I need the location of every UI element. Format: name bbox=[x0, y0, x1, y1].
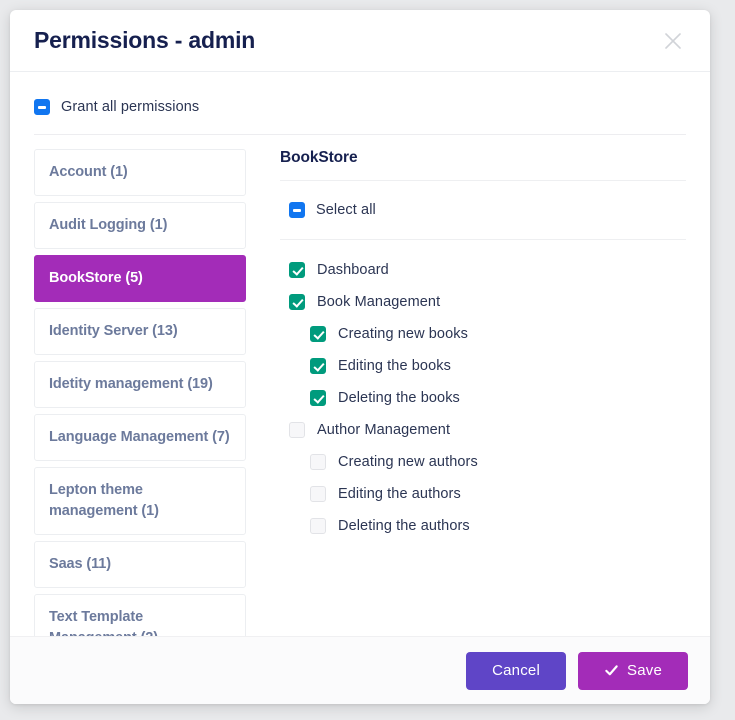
group-item-count: (1) bbox=[141, 503, 159, 520]
group-item-count: (5) bbox=[125, 270, 143, 287]
permission-group-list: Account (1) Audit Logging (1) BookStore … bbox=[34, 149, 246, 636]
group-item-label: Account bbox=[49, 164, 111, 180]
permission-label: Deleting the books bbox=[338, 390, 460, 406]
permissions-columns: Account (1) Audit Logging (1) BookStore … bbox=[34, 135, 686, 636]
permission-detail-panel: BookStore Select all Dashboard Book Mana… bbox=[246, 149, 686, 636]
modal-body: Grant all permissions Account (1) Audit … bbox=[10, 72, 710, 636]
group-item-idetity-management[interactable]: Idetity management (19) bbox=[34, 361, 246, 409]
permission-label: Creating new books bbox=[338, 326, 468, 342]
permission-label: Author Management bbox=[317, 422, 451, 438]
save-button[interactable]: Save bbox=[578, 651, 688, 690]
permission-item-editing-the-authors[interactable]: Editing the authors bbox=[310, 478, 686, 510]
group-item-label: Idetity management bbox=[49, 376, 188, 393]
group-item-saas[interactable]: Saas (11) bbox=[34, 541, 246, 589]
select-all-checkbox-box[interactable] bbox=[289, 202, 305, 218]
permission-item-deleting-the-authors[interactable]: Deleting the authors bbox=[310, 510, 686, 542]
cancel-button[interactable]: Cancel bbox=[466, 651, 566, 690]
permission-item-creating-new-authors[interactable]: Creating new authors bbox=[310, 446, 686, 478]
permission-checkbox[interactable] bbox=[289, 422, 305, 438]
group-item-label: Audit Logging bbox=[49, 217, 150, 234]
permission-label: Creating new authors bbox=[338, 454, 478, 470]
permission-checkbox[interactable] bbox=[310, 518, 326, 534]
group-item-count: (11) bbox=[86, 556, 111, 573]
grant-all-checkbox-box[interactable] bbox=[34, 99, 50, 115]
group-item-language-management[interactable]: Language Management (7) bbox=[34, 414, 246, 462]
group-item-count: (19) bbox=[187, 376, 213, 393]
group-item-label: Text Template Management bbox=[49, 609, 144, 636]
group-item-account[interactable]: Account (1) bbox=[34, 149, 246, 197]
group-item-text-template-management[interactable]: Text Template Management (2) bbox=[34, 594, 246, 636]
permission-checkbox[interactable] bbox=[310, 358, 326, 374]
group-item-lepton-theme-management[interactable]: Lepton theme management (1) bbox=[34, 467, 246, 536]
group-item-count: (13) bbox=[152, 323, 178, 340]
group-item-identity-server[interactable]: Identity Server (13) bbox=[34, 308, 246, 356]
permission-item-creating-new-books[interactable]: Creating new books bbox=[310, 318, 686, 350]
page-title: Permissions - admin bbox=[34, 27, 256, 53]
permission-item-author-management[interactable]: Author Management bbox=[289, 414, 686, 446]
group-item-count: (7) bbox=[212, 429, 230, 446]
panel-title: BookStore bbox=[280, 149, 358, 166]
permission-item-deleting-the-books[interactable]: Deleting the books bbox=[310, 382, 686, 414]
grant-all-permissions-checkbox[interactable]: Grant all permissions bbox=[34, 94, 686, 120]
save-button-label: Save bbox=[627, 662, 662, 679]
permission-item-editing-the-books[interactable]: Editing the books bbox=[310, 350, 686, 382]
permission-label: Book Management bbox=[317, 294, 441, 310]
permission-items-list: Dashboard Book Management Creating new b… bbox=[280, 240, 686, 542]
permission-checkbox[interactable] bbox=[289, 262, 305, 278]
permission-checkbox[interactable] bbox=[289, 294, 305, 310]
check-icon bbox=[604, 663, 619, 678]
permission-checkbox[interactable] bbox=[310, 326, 326, 342]
modal-footer: Cancel Save bbox=[10, 636, 710, 704]
group-item-count: (1) bbox=[110, 164, 128, 180]
permission-checkbox[interactable] bbox=[310, 454, 326, 470]
permission-item-dashboard[interactable]: Dashboard bbox=[289, 254, 686, 286]
group-item-label: Saas bbox=[49, 556, 87, 573]
permission-label: Dashboard bbox=[317, 262, 389, 278]
permission-label: Editing the books bbox=[338, 358, 451, 374]
group-item-label: Language Management bbox=[49, 429, 213, 446]
permission-label: Deleting the authors bbox=[338, 518, 470, 534]
permission-checkbox[interactable] bbox=[310, 390, 326, 406]
group-item-label: Lepton theme management bbox=[49, 482, 143, 520]
permission-checkbox[interactable] bbox=[310, 486, 326, 502]
select-all-checkbox[interactable]: Select all bbox=[289, 198, 686, 222]
permission-item-book-management[interactable]: Book Management bbox=[289, 286, 686, 318]
permission-label: Editing the authors bbox=[338, 486, 461, 502]
close-icon[interactable] bbox=[660, 28, 686, 54]
group-item-label: BookStore bbox=[49, 270, 126, 287]
group-item-audit-logging[interactable]: Audit Logging (1) bbox=[34, 202, 246, 250]
select-all-label: Select all bbox=[316, 202, 376, 218]
group-item-count: (1) bbox=[149, 217, 168, 234]
group-item-bookstore[interactable]: BookStore (5) bbox=[34, 255, 246, 303]
modal-header: Permissions - admin bbox=[10, 10, 710, 72]
grant-all-label: Grant all permissions bbox=[61, 99, 200, 115]
permissions-modal: Permissions - admin Grant all permission… bbox=[10, 10, 710, 704]
panel-title-divider bbox=[280, 180, 686, 181]
group-item-label: Identity Server bbox=[49, 323, 153, 340]
